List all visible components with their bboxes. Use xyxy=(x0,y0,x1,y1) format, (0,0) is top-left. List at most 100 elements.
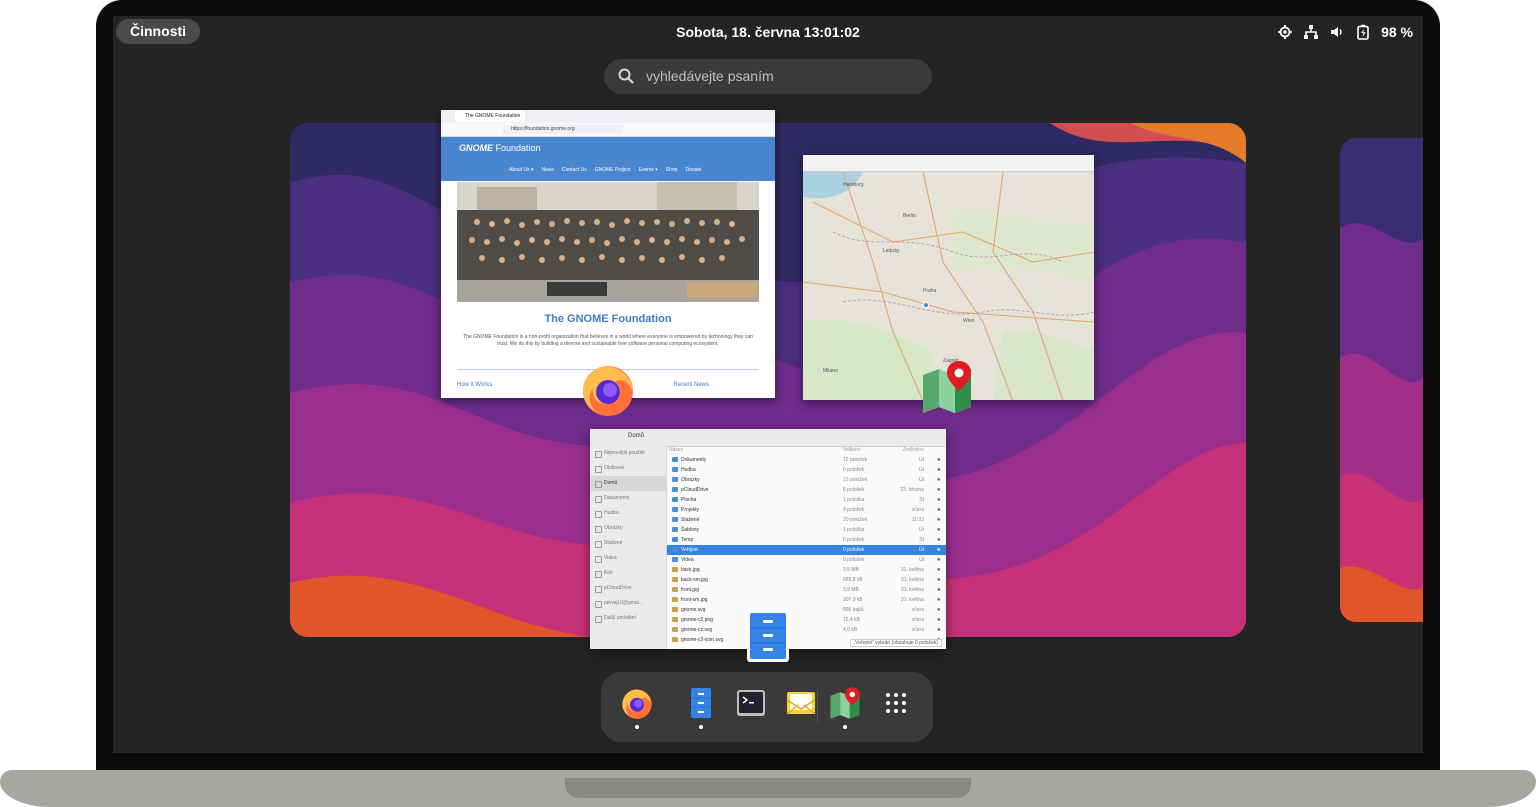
sidebar-item[interactable]: Další umístění xyxy=(590,611,666,626)
star-icon[interactable]: ★ xyxy=(937,495,941,505)
dash-mail[interactable] xyxy=(784,686,818,720)
sidebar-item[interactable]: Videa xyxy=(590,551,666,566)
folder-icon xyxy=(672,467,678,472)
browser-tab[interactable]: The GNOME Foundation xyxy=(455,111,525,122)
sidebar-item[interactable]: pCloudDrive xyxy=(590,581,666,596)
file-row[interactable]: Videa 0 položek Út ★ xyxy=(667,555,946,565)
file-row[interactable]: back.jpg 3,5 MB 31. května ★ xyxy=(667,565,946,575)
file-modified: 11:33 xyxy=(911,517,924,523)
star-icon[interactable]: ★ xyxy=(937,595,941,605)
recent-news-link[interactable]: Recent News xyxy=(673,382,709,388)
file-row[interactable]: gnome.svg 866 bajtů včera ★ xyxy=(667,605,946,615)
column-size[interactable]: Velikost xyxy=(843,446,860,455)
sidebar-item[interactable]: Hudba xyxy=(590,506,666,521)
running-indicator xyxy=(699,725,703,729)
file-row[interactable]: front.jpg 3,9 MB 31. května ★ xyxy=(667,585,946,595)
dash-firefox[interactable] xyxy=(620,686,654,720)
column-modified[interactable]: Změněno xyxy=(903,446,924,455)
star-icon[interactable]: ★ xyxy=(937,465,941,475)
star-icon[interactable]: ★ xyxy=(937,615,941,625)
star-icon[interactable]: ★ xyxy=(937,525,941,535)
star-icon[interactable]: ★ xyxy=(937,625,941,635)
screen: Činnosti Sobota, 18. června 13:01:02 98 … xyxy=(113,16,1423,753)
file-modified: Út xyxy=(919,527,924,533)
file-row[interactable]: Projekty 9 položek včera ★ xyxy=(667,505,946,515)
nav-link[interactable]: GNOME Project xyxy=(595,167,631,173)
next-workspace-thumbnail[interactable] xyxy=(1340,138,1423,622)
dash-files[interactable] xyxy=(684,686,718,720)
sidebar-item[interactable]: Nejnovější použité xyxy=(590,446,666,461)
file-row[interactable]: Šablony 1 položka Út ★ xyxy=(667,525,946,535)
path-bar[interactable]: Domů xyxy=(628,433,644,439)
star-icon[interactable]: ★ xyxy=(937,565,941,575)
file-row[interactable]: Stažené 20 položek 11:33 ★ xyxy=(667,515,946,525)
dash xyxy=(601,672,933,742)
star-icon[interactable]: ★ xyxy=(937,455,941,465)
star-icon[interactable]: ★ xyxy=(937,505,941,515)
file-size: 20 položek xyxy=(843,517,868,523)
file-name: Plocha xyxy=(681,497,697,503)
files-headerbar: Domů xyxy=(590,429,946,447)
star-icon[interactable]: ★ xyxy=(937,485,941,495)
file-row[interactable]: Temp 0 položek St ★ xyxy=(667,535,946,545)
dash-terminal[interactable] xyxy=(734,686,768,720)
file-row[interactable]: gnome-c2.png 16,4 kB včera ★ xyxy=(667,615,946,625)
clock[interactable]: Sobota, 18. června 13:01:02 xyxy=(113,16,1423,48)
search-placeholder: vyhledávejte psaním xyxy=(646,68,774,84)
sidebar-item[interactable]: Domů xyxy=(590,476,666,491)
file-row[interactable]: Veřejné 0 položek Út ★ xyxy=(667,545,946,555)
nav-link[interactable]: Contact Us xyxy=(562,167,587,173)
nav-link[interactable]: Donate xyxy=(685,167,701,173)
nav-link[interactable]: Events ▾ xyxy=(639,167,658,173)
folder-icon xyxy=(672,507,678,512)
nav-link[interactable]: News xyxy=(541,167,554,173)
map-label: Hamburg xyxy=(843,182,864,188)
star-icon[interactable]: ★ xyxy=(937,555,941,565)
sidebar-item[interactable]: Koš xyxy=(590,566,666,581)
firefox-window[interactable]: The GNOME Foundation https://foundation.… xyxy=(441,110,775,398)
file-icon xyxy=(672,627,678,632)
file-row[interactable]: Dokumenty 12 položek Út ★ xyxy=(667,455,946,465)
nav-link[interactable]: Shop xyxy=(666,167,678,173)
show-apps-button[interactable] xyxy=(879,686,913,720)
file-modified: St xyxy=(919,497,924,503)
column-headers: Název Velikost Změněno xyxy=(667,446,946,455)
file-size: 13 položek xyxy=(843,477,868,483)
site-logo-mark: GNOME xyxy=(459,143,494,153)
star-icon[interactable]: ★ xyxy=(937,515,941,525)
laptop-notch xyxy=(565,778,971,798)
sidebar-item[interactable]: Stažené xyxy=(590,536,666,551)
file-modified: Út xyxy=(919,477,924,483)
file-row[interactable]: Plocha 1 položka St ★ xyxy=(667,495,946,505)
sidebar-item[interactable]: Obrázky xyxy=(590,521,666,536)
star-icon[interactable]: ★ xyxy=(937,585,941,595)
star-icon[interactable]: ★ xyxy=(937,475,941,485)
mail-icon xyxy=(786,692,816,715)
file-row[interactable]: Obrázky 13 položek Út ★ xyxy=(667,475,946,485)
site-logo[interactable]: GNOME Foundation xyxy=(459,143,541,153)
file-row[interactable]: back-sm.jpg 685,8 kB 31. května ★ xyxy=(667,575,946,585)
dash-maps[interactable] xyxy=(828,686,862,720)
folder-icon xyxy=(672,497,678,502)
star-icon[interactable]: ★ xyxy=(937,605,941,615)
file-modified: 31. května xyxy=(900,567,924,573)
url-bar[interactable]: https://foundation.gnome.org xyxy=(503,125,623,134)
file-row[interactable]: pCloudDrive 8 položek 23. března ★ xyxy=(667,485,946,495)
search-entry[interactable]: vyhledávejte psaním xyxy=(604,59,932,94)
star-icon[interactable]: ★ xyxy=(937,575,941,585)
file-row[interactable]: gnome-cz.svg 4,0 kB včera ★ xyxy=(667,625,946,635)
sidebar-item[interactable]: Dokumenty xyxy=(590,491,666,506)
nav-link[interactable]: About Us ▾ xyxy=(509,167,533,173)
sidebar-item[interactable]: Oblíbené xyxy=(590,461,666,476)
file-icon xyxy=(672,587,678,592)
file-row[interactable]: Hudba 0 položek Út ★ xyxy=(667,465,946,475)
how-it-works-link[interactable]: How it Works xyxy=(457,382,492,388)
file-row[interactable]: front-sm.jpg 907,9 kB 31. května ★ xyxy=(667,595,946,605)
star-icon[interactable]: ★ xyxy=(937,535,941,545)
star-icon[interactable]: ★ xyxy=(937,545,941,555)
file-modified: 23. března xyxy=(900,487,924,493)
column-name[interactable]: Název xyxy=(669,446,683,455)
system-tray[interactable]: 98 % xyxy=(1277,16,1413,48)
sidebar-item[interactable]: pervajl.0@gmai... xyxy=(590,596,666,611)
network-icon xyxy=(1303,24,1319,40)
